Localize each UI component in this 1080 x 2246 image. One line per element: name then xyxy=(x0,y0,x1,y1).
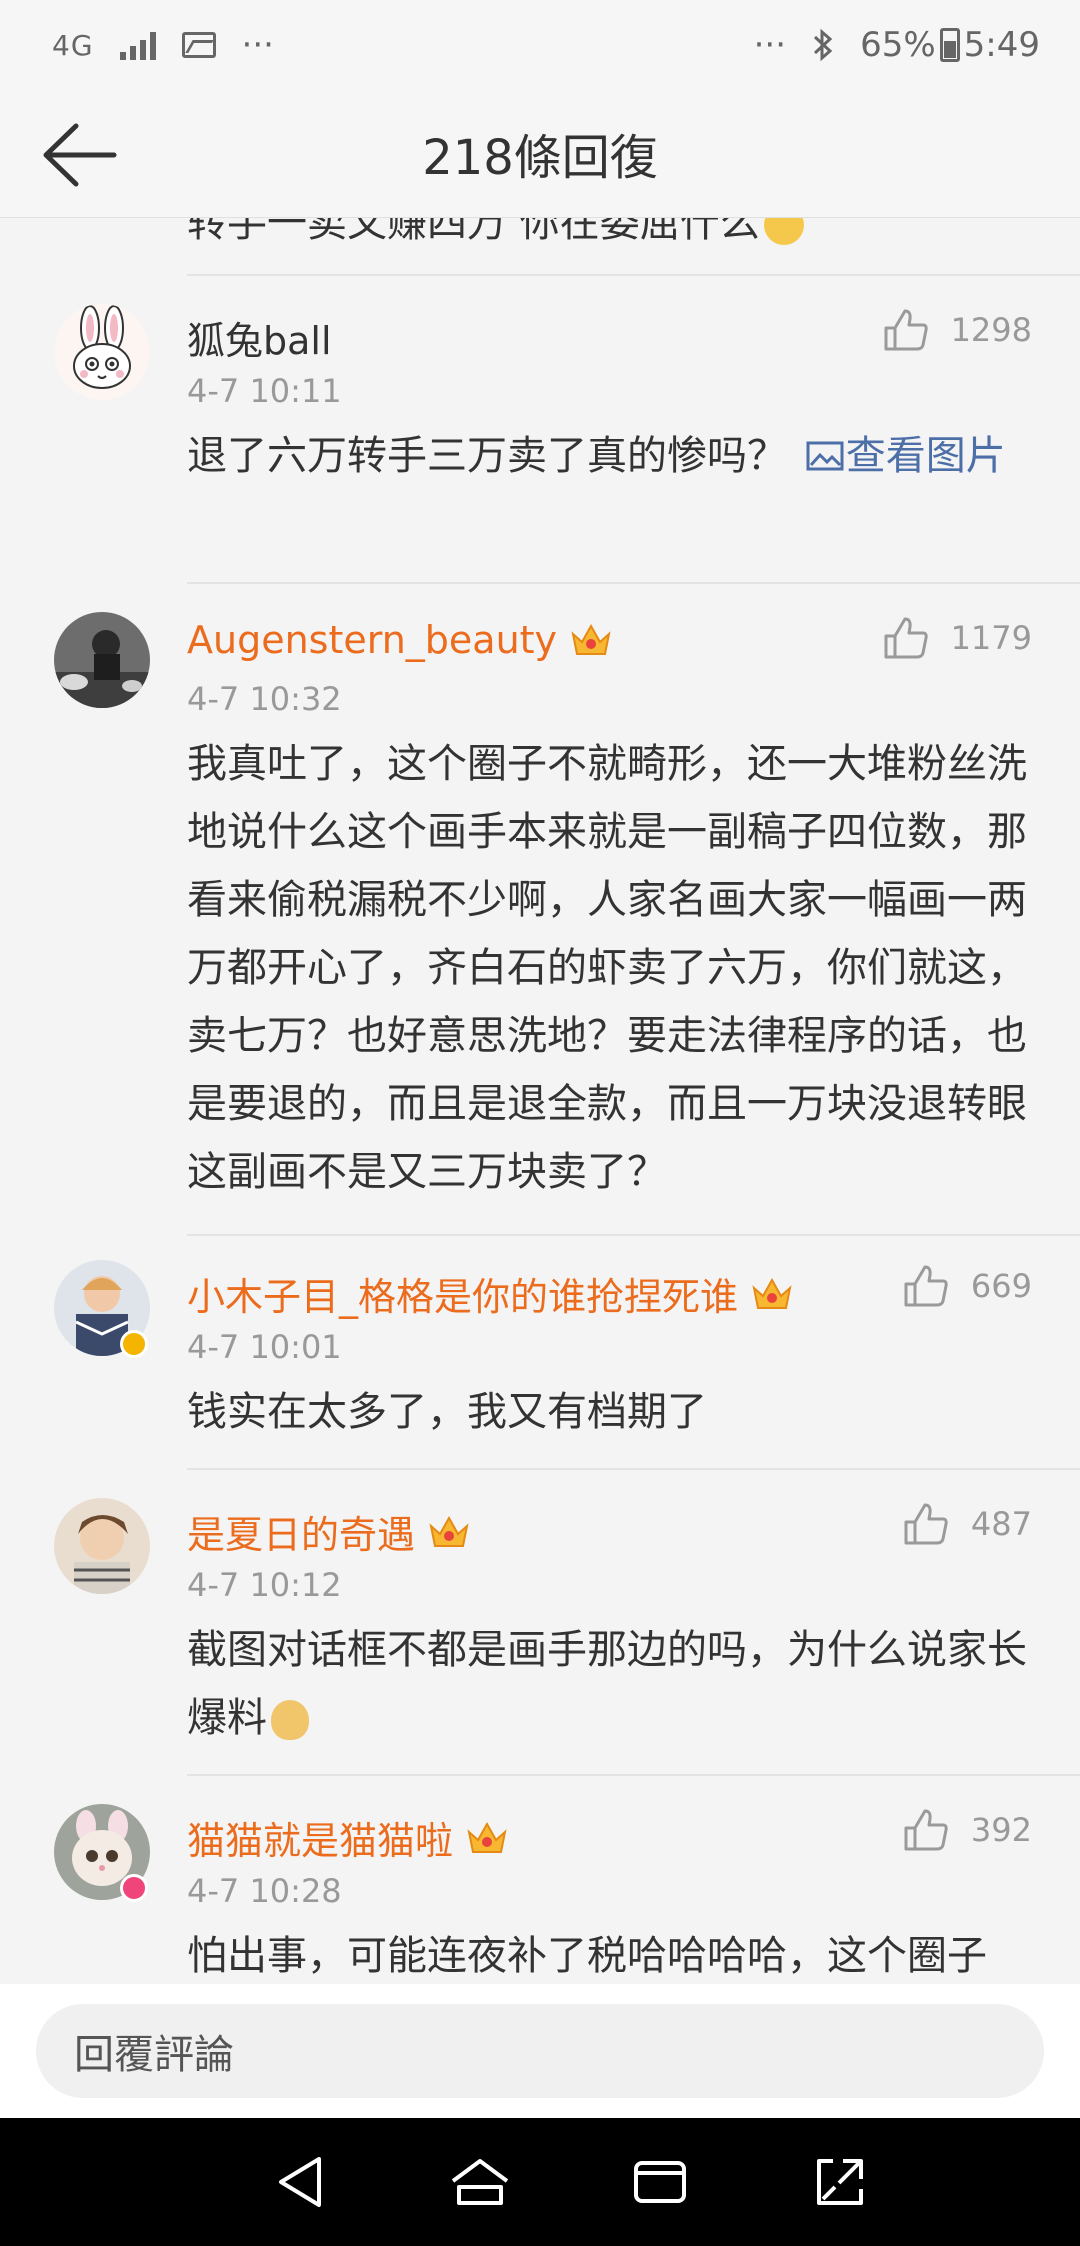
vip-crown-icon xyxy=(571,623,611,655)
bluetooth-icon xyxy=(814,28,833,62)
username[interactable]: 是夏日的奇遇 xyxy=(187,1504,471,1559)
partial-comment-text: 转手一卖又赚四万 你在委屈什么 xyxy=(187,218,804,248)
avatar[interactable] xyxy=(54,1498,150,1594)
system-nav-bar xyxy=(0,2118,1080,2246)
status-bar: 4G ··· ··· 65% 5:49 xyxy=(0,0,1080,90)
comment-text: 退了六万转手三万卖了真的惨吗？ 查看图片 xyxy=(187,433,1006,479)
reply-bar: 回覆評論 xyxy=(0,1984,1080,2118)
view-image-link[interactable]: 查看图片 xyxy=(800,433,1006,479)
comment-feed[interactable]: 转手一卖又赚四万 你在委屈什么 狐兔ball 4-7 10:11 1298 退了… xyxy=(0,218,1080,1984)
like-count: 487 xyxy=(970,1505,1032,1543)
comment-item: Augenstern_beauty 4-7 10:32 1179 我真吐了，这个… xyxy=(0,612,1080,1232)
comment-text: 截图对话框不都是画手那边的吗，为什么说家长爆料 xyxy=(187,1627,1027,1741)
page-title: 218條回復 xyxy=(422,130,658,186)
signal-icon xyxy=(119,30,156,60)
like-count: 669 xyxy=(970,1267,1032,1305)
battery-icon xyxy=(939,28,960,62)
like-count: 1179 xyxy=(950,619,1032,657)
like-button[interactable]: 669 xyxy=(903,1264,1032,1308)
nav-expand-icon xyxy=(817,2159,863,2205)
username[interactable]: 狐兔ball xyxy=(187,310,332,365)
header-bar: 218條回復 xyxy=(0,90,1080,218)
divider xyxy=(187,1468,1080,1470)
nav-recents-button[interactable] xyxy=(628,2150,692,2214)
comment-time: 4-7 10:01 xyxy=(187,1328,342,1366)
like-button[interactable]: 392 xyxy=(903,1808,1032,1852)
like-button[interactable]: 487 xyxy=(903,1502,1032,1546)
battery-percent: 65% xyxy=(860,25,936,65)
grin-emoji-icon xyxy=(763,218,804,245)
thumbs-up-icon xyxy=(884,617,928,659)
username[interactable]: 小木子目_格格是你的谁抢捏死谁 xyxy=(187,1266,794,1321)
divider xyxy=(187,582,1080,584)
reply-input[interactable]: 回覆評論 xyxy=(36,2004,1044,2098)
nav-expand-button[interactable] xyxy=(808,2150,872,2214)
like-button[interactable]: 1298 xyxy=(883,308,1032,352)
comment-item: 猫猫就是猫猫啦 4-7 10:28 392 怕出事，可能连夜补了税哈哈哈哈，这个… xyxy=(0,1804,1080,1984)
like-button[interactable]: 1179 xyxy=(883,616,1032,660)
nav-recents-icon xyxy=(634,2161,686,2203)
avatar[interactable] xyxy=(54,304,150,400)
comment-item: 是夏日的奇遇 4-7 10:12 487 截图对话框不都是画手那边的吗，为什么说… xyxy=(0,1498,1080,1758)
divider xyxy=(187,274,1080,276)
like-count: 392 xyxy=(970,1811,1032,1849)
nav-back-icon xyxy=(279,2157,321,2207)
more-notifications-icon: ··· xyxy=(241,25,274,65)
comment-item: 小木子目_格格是你的谁抢捏死谁 4-7 10:01 669 钱实在太多了，我又有… xyxy=(0,1260,1080,1460)
clock: 5:49 xyxy=(963,25,1040,65)
comment-item: 狐兔ball 4-7 10:11 1298 退了六万转手三万卖了真的惨吗？ 查看… xyxy=(0,304,1080,604)
divider xyxy=(187,1774,1080,1776)
comment-time: 4-7 10:12 xyxy=(187,1566,342,1604)
thumbs-up-icon xyxy=(884,309,928,351)
verified-badge-icon xyxy=(120,1330,148,1358)
divider xyxy=(187,1234,1080,1236)
thumbs-up-icon xyxy=(904,1265,948,1307)
nav-home-icon xyxy=(451,2159,509,2205)
image-icon xyxy=(806,441,844,471)
verified-badge-icon xyxy=(120,1874,148,1902)
network-type: 4G xyxy=(52,28,94,62)
username[interactable]: Augenstern_beauty xyxy=(187,618,613,662)
comment-text: 怕出事，可能连夜补了税哈哈哈哈，这个圈子 xyxy=(187,1933,987,1979)
comment-text: 钱实在太多了，我又有档期了 xyxy=(187,1389,707,1435)
image-notification-icon xyxy=(181,32,216,58)
username[interactable]: 猫猫就是猫猫啦 xyxy=(187,1810,509,1865)
avatar[interactable] xyxy=(54,612,150,708)
nav-back-button[interactable] xyxy=(268,2150,332,2214)
dog-emoji-icon xyxy=(271,1700,309,1740)
vip-crown-icon xyxy=(752,1277,792,1309)
thumbs-up-icon xyxy=(904,1809,948,1851)
nav-home-button[interactable] xyxy=(448,2150,512,2214)
like-count: 1298 xyxy=(950,311,1032,349)
thumbs-up-icon xyxy=(904,1503,948,1545)
vip-crown-icon xyxy=(429,1515,469,1547)
comment-time: 4-7 10:11 xyxy=(187,372,342,410)
vip-crown-icon xyxy=(467,1821,507,1853)
comment-time: 4-7 10:32 xyxy=(187,680,342,718)
comment-time: 4-7 10:28 xyxy=(187,1872,342,1910)
more-status-icon: ··· xyxy=(753,25,787,65)
comment-text: 我真吐了，这个圈子不就畸形，还一大堆粉丝洗地说什么这个画手本来就是一副稿子四位数… xyxy=(187,741,1027,1195)
